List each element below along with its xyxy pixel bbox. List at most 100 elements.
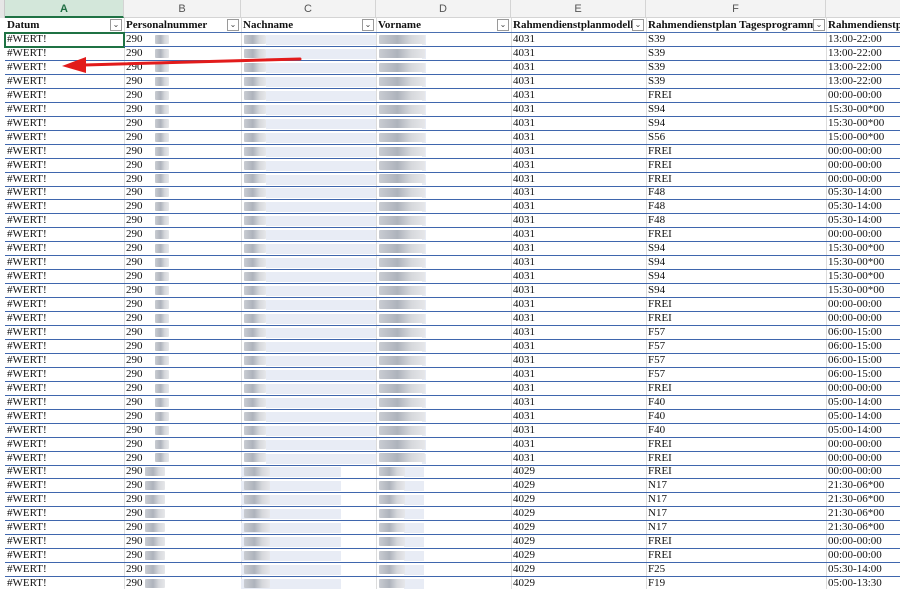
cell-nachname[interactable] (241, 549, 376, 564)
cell-personalnummer[interactable]: 290 (124, 479, 241, 494)
cell-tagesprogramm[interactable]: FREI (646, 173, 826, 187)
cell-vorname[interactable] (376, 159, 511, 173)
cell-tagesprogramm[interactable]: F40 (646, 410, 826, 424)
cell-vorname[interactable] (376, 507, 511, 522)
cell-zeit[interactable]: 06:00-15:00 (826, 354, 900, 368)
cell-personalnummer[interactable]: 290 (124, 214, 241, 229)
cell-datum[interactable]: #WERT! (5, 493, 124, 508)
cell-nachname[interactable] (241, 284, 376, 299)
cell-nachname[interactable] (241, 312, 376, 326)
cell-modell[interactable]: 4031 (511, 75, 646, 89)
column-letter-c[interactable]: C (241, 0, 376, 18)
cell-zeit[interactable]: 21:30-06*00 (826, 521, 900, 536)
cell-nachname[interactable] (241, 563, 376, 578)
cell-personalnummer[interactable]: 290 (124, 61, 241, 75)
cell-modell[interactable]: 4031 (511, 61, 646, 75)
cell-modell[interactable]: 4031 (511, 452, 646, 466)
cell-nachname[interactable] (241, 382, 376, 396)
cell-zeit[interactable]: 05:30-14:00 (826, 186, 900, 201)
cell-tagesprogramm[interactable]: FREI (646, 89, 826, 103)
cell-zeit[interactable]: 21:30-06*00 (826, 479, 900, 494)
cell-personalnummer[interactable]: 290 (124, 563, 241, 578)
cell-datum[interactable]: #WERT! (5, 521, 124, 536)
cell-personalnummer[interactable]: 290 (124, 326, 241, 340)
cell-datum[interactable]: #WERT! (5, 61, 124, 75)
cell-vorname[interactable] (376, 535, 511, 550)
cell-personalnummer[interactable]: 290 (124, 33, 241, 47)
cell-tagesprogramm[interactable]: S94 (646, 103, 826, 117)
cell-modell[interactable]: 4031 (511, 242, 646, 257)
cell-tagesprogramm[interactable]: N17 (646, 493, 826, 508)
cell-modell[interactable]: 4031 (511, 173, 646, 187)
cell-vorname[interactable] (376, 312, 511, 326)
cell-tagesprogramm[interactable]: S94 (646, 117, 826, 131)
cell-zeit[interactable]: 15:30-00*00 (826, 117, 900, 131)
cell-tagesprogramm[interactable]: S56 (646, 131, 826, 145)
cell-modell[interactable]: 4031 (511, 103, 646, 117)
column-letter-a[interactable]: A (5, 0, 124, 18)
cell-tagesprogramm[interactable]: F40 (646, 396, 826, 410)
cell-personalnummer[interactable]: 290 (124, 396, 241, 410)
cell-zeit[interactable]: 13:00-22:00 (826, 47, 900, 61)
cell-zeit[interactable]: 06:00-15:00 (826, 368, 900, 382)
cell-nachname[interactable] (241, 173, 376, 187)
cell-tagesprogramm[interactable]: N17 (646, 507, 826, 522)
cell-nachname[interactable] (241, 47, 376, 61)
cell-nachname[interactable] (241, 159, 376, 173)
cell-zeit[interactable]: 15:30-00*00 (826, 284, 900, 299)
header-nachname[interactable]: Nachname (241, 18, 376, 33)
cell-nachname[interactable] (241, 424, 376, 438)
cell-datum[interactable]: #WERT! (5, 298, 124, 313)
cell-tagesprogramm[interactable]: FREI (646, 228, 826, 243)
cell-vorname[interactable] (376, 521, 511, 536)
cell-vorname[interactable] (376, 61, 511, 75)
cell-vorname[interactable] (376, 145, 511, 159)
cell-tagesprogramm[interactable]: FREI (646, 145, 826, 159)
cell-nachname[interactable] (241, 270, 376, 285)
cell-nachname[interactable] (241, 228, 376, 243)
cell-personalnummer[interactable]: 290 (124, 173, 241, 187)
cell-personalnummer[interactable]: 290 (124, 89, 241, 103)
cell-tagesprogramm[interactable]: F25 (646, 563, 826, 578)
cell-nachname[interactable] (241, 521, 376, 536)
cell-tagesprogramm[interactable]: S94 (646, 284, 826, 299)
cell-zeit[interactable]: 00:00-00:00 (826, 298, 900, 313)
cell-tagesprogramm[interactable]: F19 (646, 577, 826, 589)
cell-modell[interactable]: 4031 (511, 117, 646, 131)
cell-personalnummer[interactable]: 290 (124, 200, 241, 215)
cell-personalnummer[interactable]: 290 (124, 145, 241, 159)
cell-nachname[interactable] (241, 200, 376, 215)
cell-modell[interactable]: 4031 (511, 438, 646, 452)
cell-tagesprogramm[interactable]: FREI (646, 382, 826, 396)
cell-tagesprogramm[interactable]: F48 (646, 186, 826, 201)
cell-nachname[interactable] (241, 340, 376, 354)
cell-tagesprogramm[interactable]: F57 (646, 354, 826, 368)
cell-datum[interactable]: #WERT! (5, 131, 124, 145)
cell-tagesprogramm[interactable]: F40 (646, 424, 826, 438)
cell-nachname[interactable] (241, 256, 376, 271)
cell-datum[interactable]: #WERT! (5, 382, 124, 396)
cell-datum[interactable]: #WERT! (5, 214, 124, 229)
cell-datum[interactable]: #WERT! (5, 256, 124, 271)
cell-modell[interactable]: 4031 (511, 368, 646, 382)
cell-tagesprogramm[interactable]: F57 (646, 340, 826, 354)
cell-modell[interactable]: 4029 (511, 549, 646, 564)
cell-zeit[interactable]: 13:00-22:00 (826, 33, 900, 47)
cell-personalnummer[interactable]: 290 (124, 438, 241, 452)
cell-zeit[interactable]: 13:00-22:00 (826, 61, 900, 75)
cell-personalnummer[interactable]: 290 (124, 535, 241, 550)
cell-zeit[interactable]: 05:00-13:30 (826, 577, 900, 589)
cell-zeit[interactable]: 05:00-14:00 (826, 424, 900, 438)
column-letter-d[interactable]: D (376, 0, 511, 18)
cell-modell[interactable]: 4029 (511, 577, 646, 589)
cell-modell[interactable]: 4029 (511, 465, 646, 480)
cell-personalnummer[interactable]: 290 (124, 131, 241, 145)
cell-datum[interactable]: #WERT! (5, 563, 124, 578)
cell-modell[interactable]: 4031 (511, 47, 646, 61)
cell-modell[interactable]: 4029 (511, 535, 646, 550)
cell-personalnummer[interactable]: 290 (124, 507, 241, 522)
cell-tagesprogramm[interactable]: S39 (646, 33, 826, 47)
cell-datum[interactable]: #WERT! (5, 242, 124, 257)
cell-vorname[interactable] (376, 479, 511, 494)
cell-vorname[interactable] (376, 340, 511, 354)
